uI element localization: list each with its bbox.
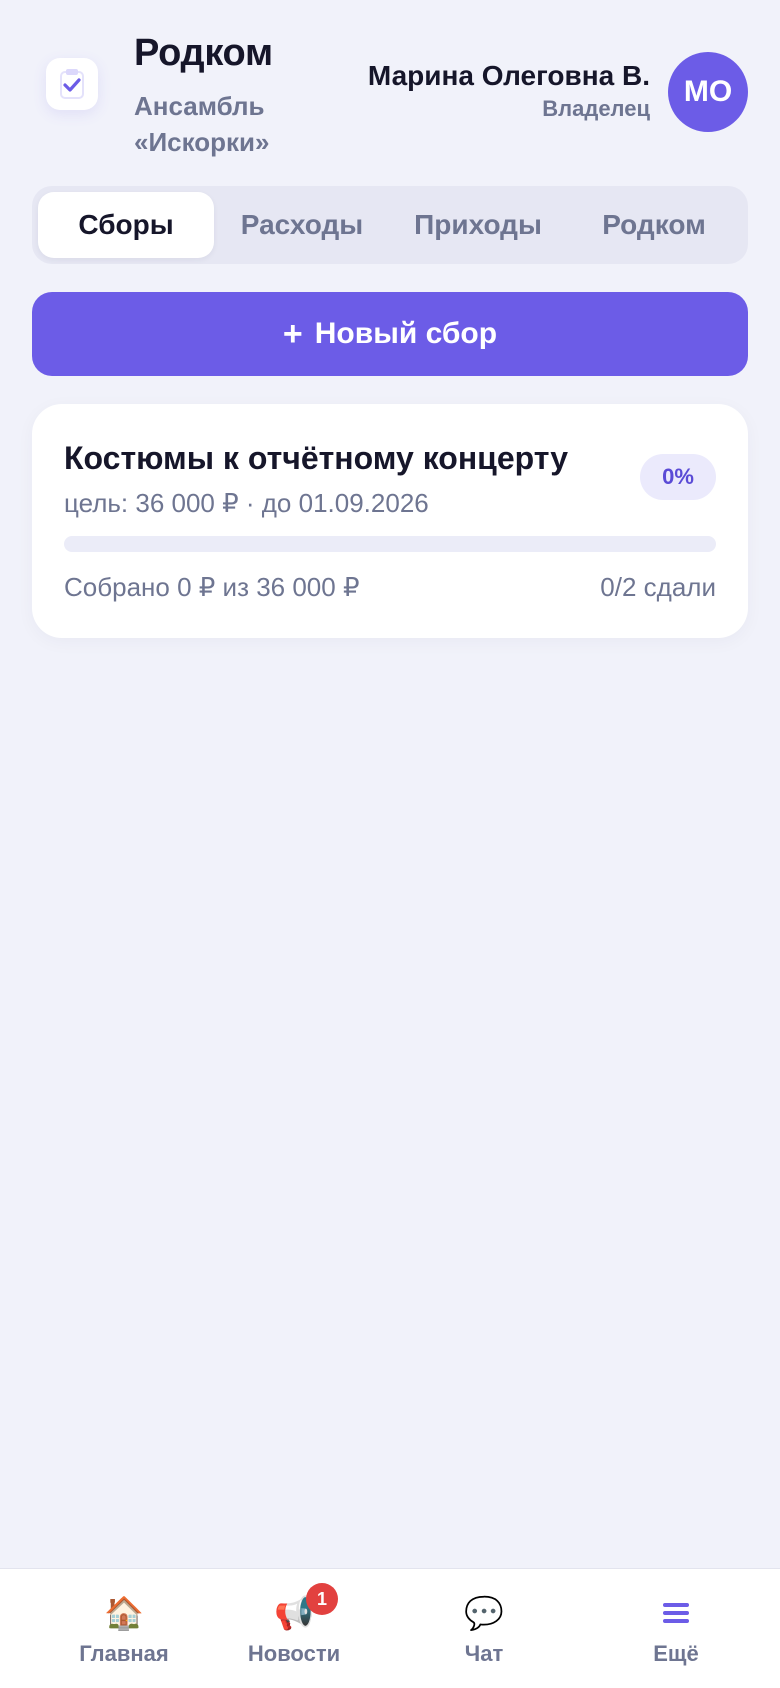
news-unread-badge: 1 (306, 1583, 338, 1615)
app-logo (46, 58, 98, 110)
collection-goal-deadline: цель: 36 000 ₽ · до 01.09.2026 (64, 488, 429, 518)
hamburger-icon (663, 1603, 689, 1623)
tab-expenses[interactable]: Расходы (214, 192, 390, 258)
nav-news[interactable]: 📢 1 Новости (214, 1569, 374, 1688)
paid-count: 0/2 сдали (600, 572, 716, 602)
nav-home[interactable]: 🏠 Главная (44, 1569, 204, 1688)
nav-more[interactable]: Ещё (596, 1569, 756, 1688)
nav-chat-label: Чат (464, 1641, 504, 1666)
tab-income[interactable]: Приходы (390, 192, 566, 258)
progress-bar (64, 536, 716, 552)
group-name: Ансамбль «Искорки» (134, 91, 270, 157)
nav-news-label: Новости (247, 1641, 341, 1666)
app-title: Родком (134, 32, 273, 74)
section-tabs: Сборы Расходы Приходы Родком (32, 186, 748, 264)
bottom-navigation: 🏠 Главная 📢 1 Новости 💬 Чат Ещё (0, 1568, 780, 1688)
user-info[interactable]: Марина Олеговна В. Владелец (368, 60, 650, 122)
nav-home-label: Главная (79, 1641, 169, 1666)
progress-percent-badge: 0% (640, 454, 716, 500)
avatar[interactable]: МО (668, 52, 748, 132)
speech-bubble-icon: 💬 (464, 1595, 504, 1631)
megaphone-icon: 📢 1 (272, 1583, 338, 1635)
app-screen: Родком Ансамбль «Искорки» Марина Олеговн… (0, 0, 780, 1688)
new-collection-button[interactable]: + Новый сбор (32, 292, 748, 376)
house-icon: 🏠 (104, 1595, 144, 1631)
collection-card[interactable]: Костюмы к отчётному концерту цель: 36 00… (32, 404, 748, 638)
tab-collections[interactable]: Сборы (38, 192, 214, 258)
clipboard-check-icon (60, 69, 84, 99)
collection-title: Костюмы к отчётному концерту (64, 440, 569, 476)
new-collection-label: Новый сбор (314, 317, 498, 350)
user-name: Марина Олеговна В. (367, 60, 650, 91)
app-header: Родком Ансамбль «Искорки» Марина Олеговн… (0, 0, 780, 180)
nav-more-label: Ещё (653, 1641, 699, 1666)
user-role: Владелец (542, 96, 650, 121)
nav-chat[interactable]: 💬 Чат (404, 1569, 564, 1688)
plus-icon: + (282, 315, 303, 353)
collected-amount: Собрано 0 ₽ из 36 000 ₽ (64, 572, 360, 602)
tab-committee[interactable]: Родком (566, 192, 742, 258)
menu-icon (654, 1591, 698, 1635)
